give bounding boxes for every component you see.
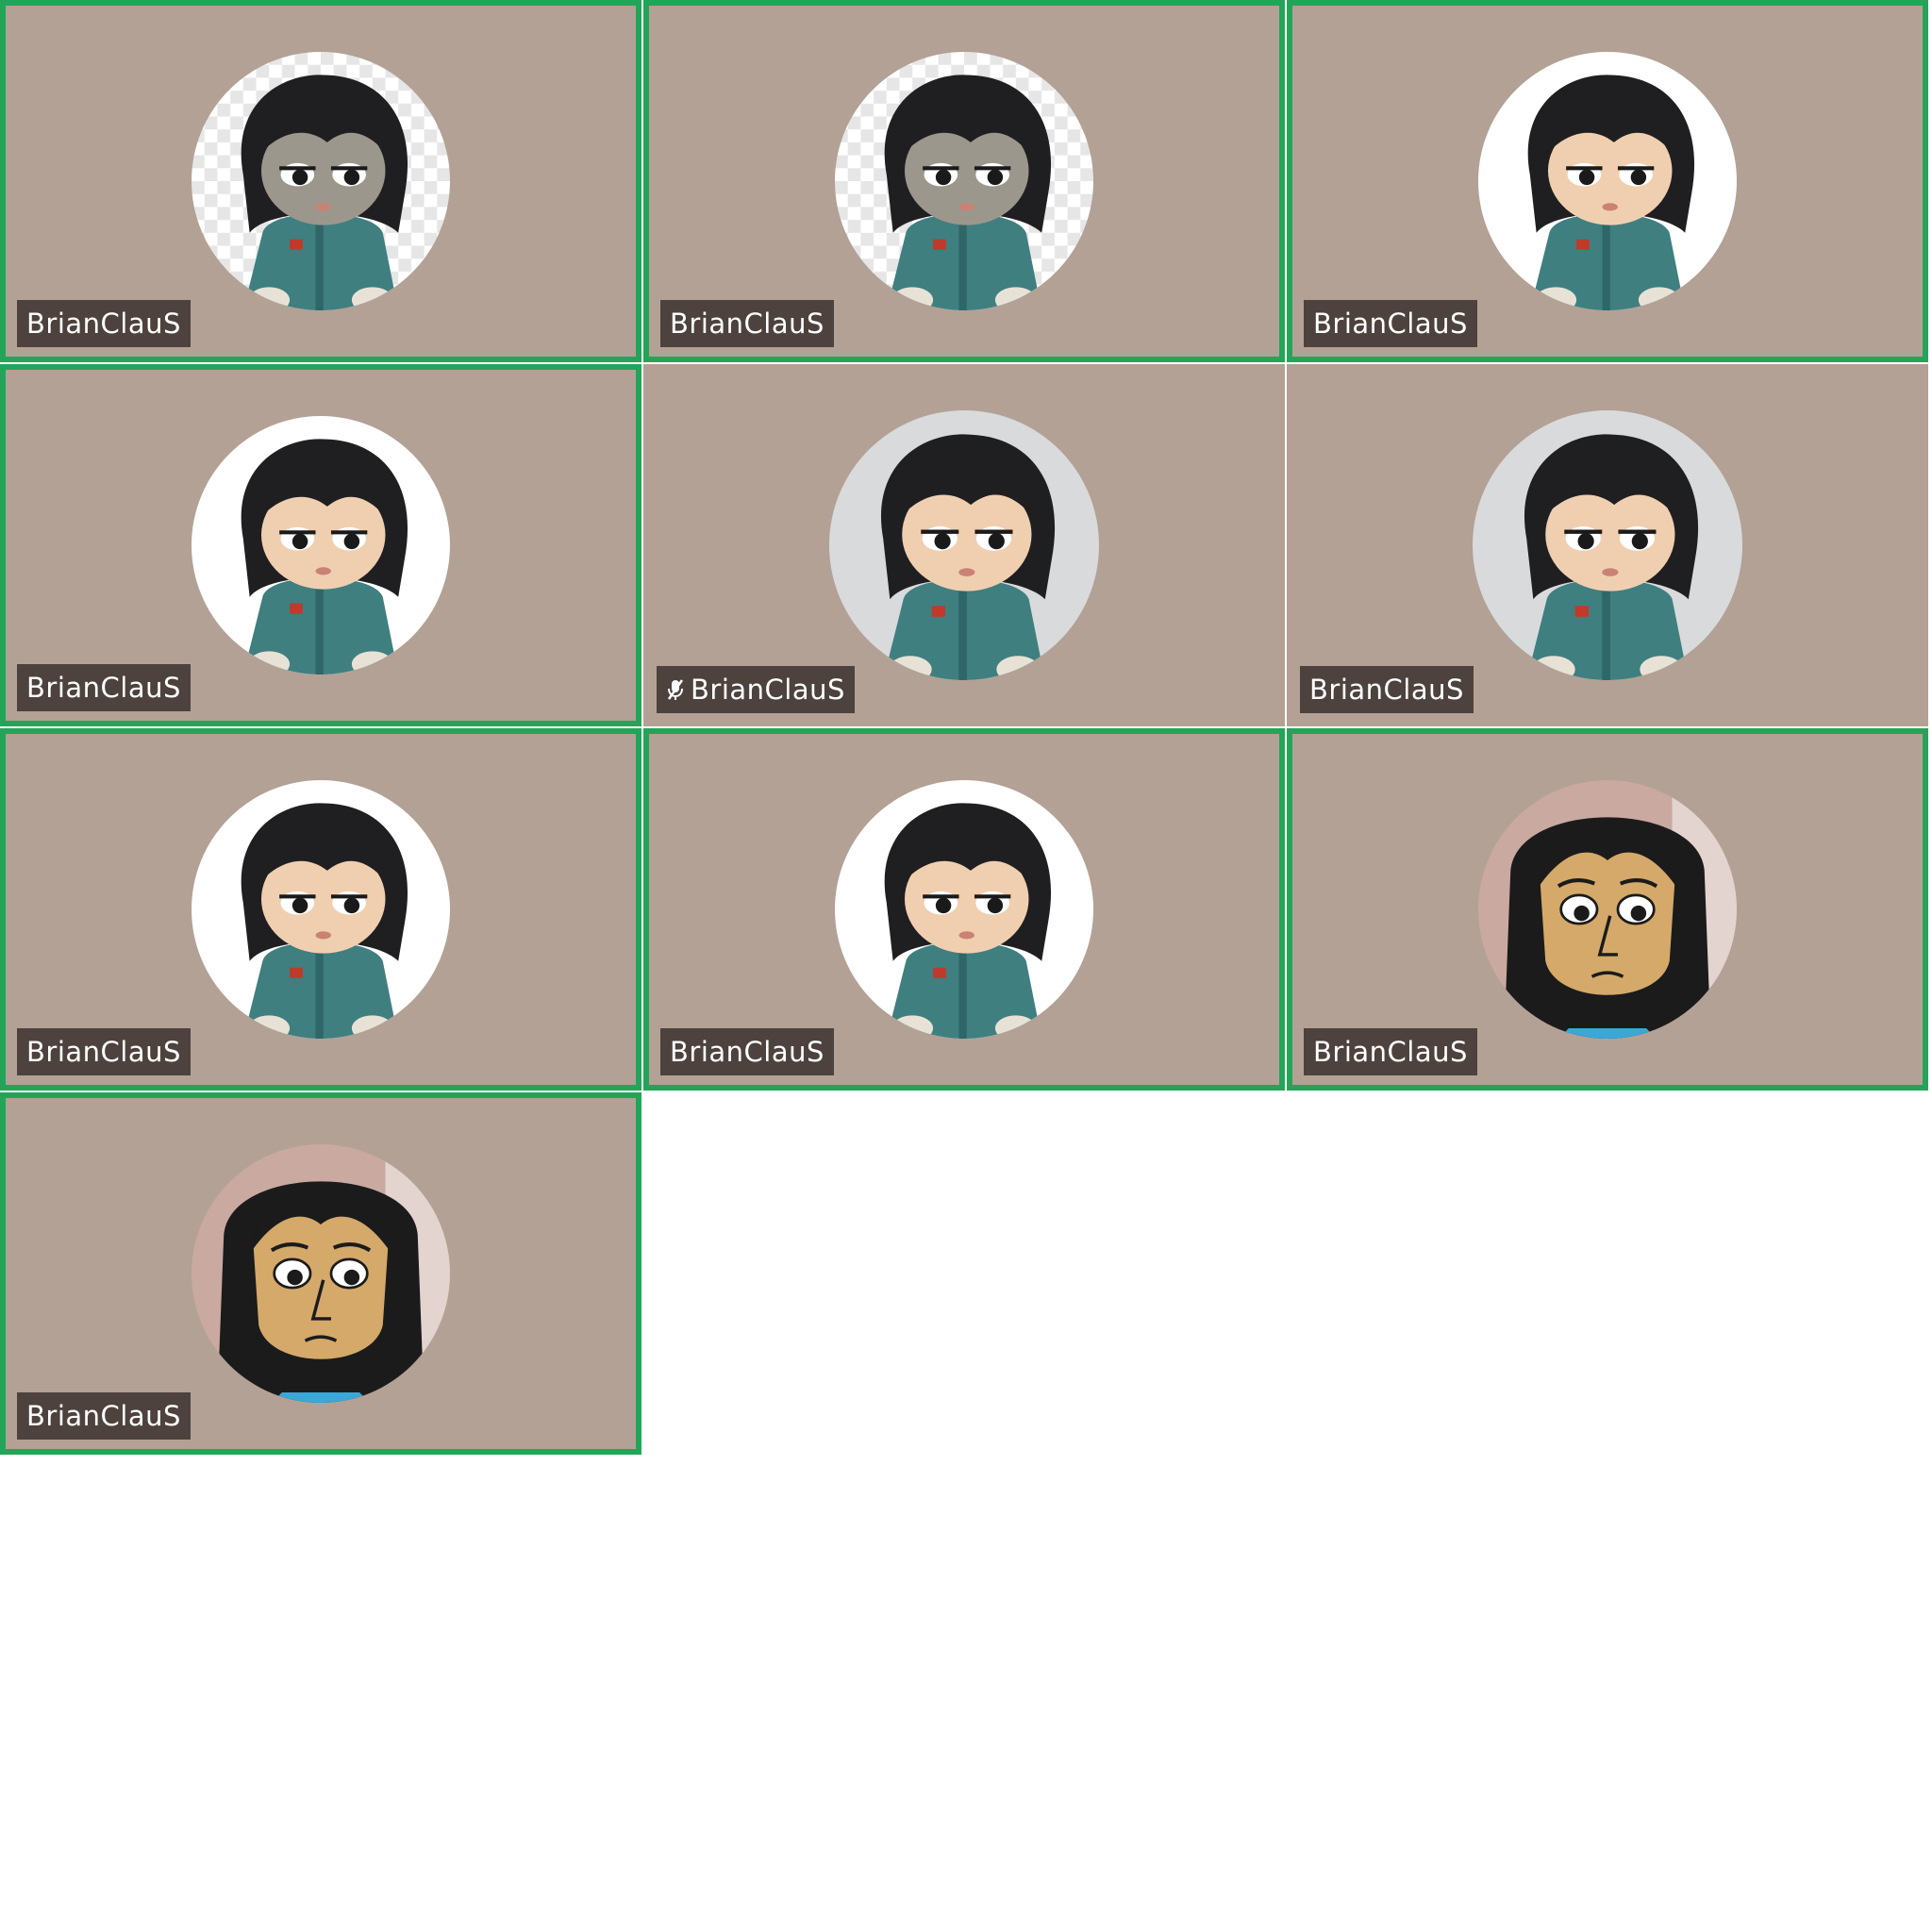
participant-name: BrianClauS [26,1400,181,1432]
participant-name: BrianClauS [670,1036,824,1068]
mii-character-avatar [192,1144,450,1403]
participant-tile[interactable]: BrianClauS [643,364,1285,726]
participant-nameplate: BrianClauS [17,300,191,347]
participant-nameplate: BrianClauS [657,666,855,713]
participant-name: BrianClauS [1313,308,1468,340]
participant-nameplate: BrianClauS [660,300,834,347]
plush-doll-white-bg-avatar [192,416,450,675]
plush-doll-blurry-avatar [192,52,450,310]
participant-tile[interactable]: BrianClauS [0,728,641,1091]
participant-nameplate: BrianClauS [17,1028,191,1075]
participant-tile[interactable]: BrianClauS [1287,0,1928,362]
plush-doll-blurry-avatar [835,52,1093,310]
participant-name: BrianClauS [26,672,181,704]
plush-doll-white-bg-avatar [192,780,450,1039]
participant-name: BrianClauS [670,308,824,340]
plush-doll-photo-avatar [1473,410,1742,680]
participant-name: BrianClauS [1309,674,1464,706]
plush-doll-white-bg-avatar [835,780,1093,1039]
participant-tile[interactable]: BrianClauS [643,728,1285,1091]
participant-tile[interactable]: BrianClauS [0,1092,641,1455]
plush-doll-photo-avatar [829,410,1099,680]
participant-nameplate: BrianClauS [1304,1028,1477,1075]
participant-tile[interactable]: BrianClauS [0,0,641,362]
participant-nameplate: BrianClauS [1300,666,1474,713]
participant-name: BrianClauS [691,674,845,706]
participant-tile[interactable]: BrianClauS [643,0,1285,362]
video-call-grid: BrianClauS BrianClauS BrianClauS BrianClauS… [0,0,1932,1932]
participant-nameplate: BrianClauS [660,1028,834,1075]
participant-name: BrianClauS [26,1036,181,1068]
participant-name: BrianClauS [1313,1036,1468,1068]
participant-nameplate: BrianClauS [17,1392,191,1440]
participant-nameplate: BrianClauS [17,664,191,711]
plush-doll-white-bg-avatar [1478,52,1737,310]
microphone-muted-icon [666,678,685,701]
participant-tile[interactable]: BrianClauS [1287,364,1928,726]
participant-tile[interactable]: BrianClauS [1287,728,1928,1091]
participant-nameplate: BrianClauS [1304,300,1477,347]
participant-name: BrianClauS [26,308,181,340]
mii-character-avatar [1478,780,1737,1039]
participant-tile[interactable]: BrianClauS [0,364,641,726]
